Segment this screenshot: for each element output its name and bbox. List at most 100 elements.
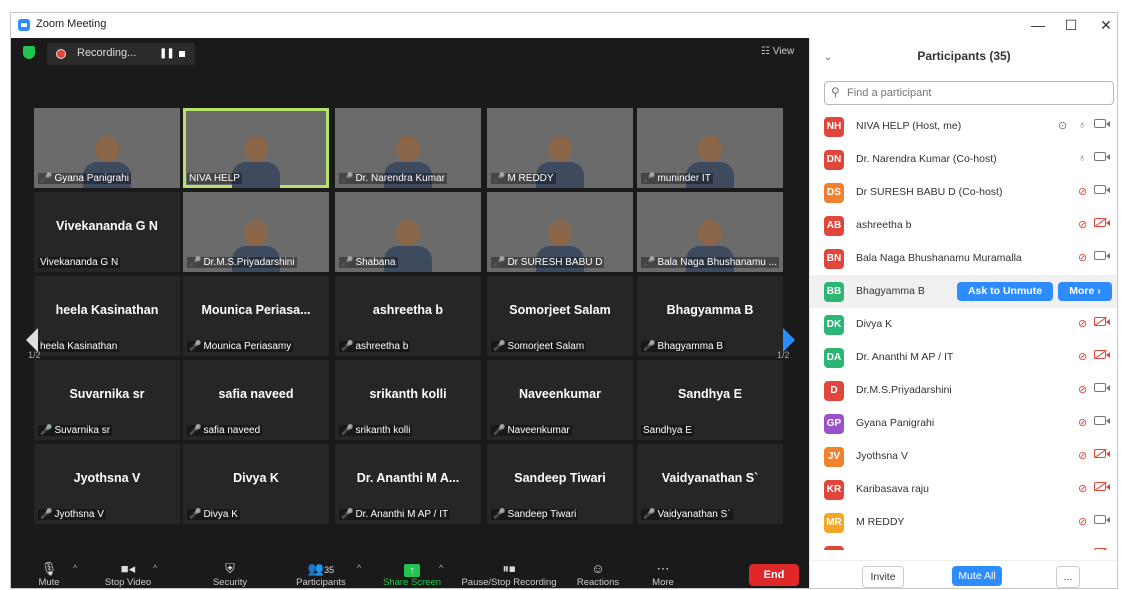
next-page-arrow-icon[interactable]	[783, 328, 795, 352]
video-tile[interactable]: Naveenkumar 🎤 Naveenkumar	[487, 360, 633, 440]
tile-display-name: Suvarnika sr	[69, 387, 145, 401]
video-tile[interactable]: heela Kasinathan heela Kasinathan	[34, 276, 180, 356]
participant-row[interactable]: BB Bhagyamma B Ask to Unmute More ›	[810, 275, 1117, 308]
participant-row[interactable]: DA Dr. Ananthi M AP / IT ⊘	[810, 341, 1117, 374]
video-tile[interactable]: 🎤 M REDDY	[487, 108, 633, 188]
avatar: DK	[824, 315, 844, 335]
video-tile[interactable]: Suvarnika sr 🎤 Suvarnika sr	[34, 360, 180, 440]
stop-recording-icon[interactable]	[179, 51, 185, 57]
video-tile[interactable]: 🎤 Dr SURESH BABU D	[487, 192, 633, 272]
mic-muted-icon[interactable]: ⊘	[1078, 350, 1087, 363]
mute-button[interactable]: 🎙 Mute	[33, 560, 65, 588]
mic-muted-icon[interactable]: ⊘	[1078, 515, 1087, 528]
audio-options-caret-icon[interactable]: ^	[73, 563, 77, 573]
tile-name-label: Sandhya E	[641, 425, 694, 436]
stop-video-button[interactable]: ■◂ Stop Video	[99, 560, 157, 588]
participant-row[interactable]: JV Jyothsna V ⊘	[810, 440, 1117, 473]
participant-row[interactable]: DK Divya K ⊘	[810, 308, 1117, 341]
microphone-icon[interactable]: ♁	[1078, 152, 1086, 164]
pause-recording-icon[interactable]: ❚❚	[159, 48, 175, 59]
participant-row[interactable]: GP Gyana Panigrahi ⊘	[810, 407, 1117, 440]
share-screen-button[interactable]: ↑ Share Screen	[381, 560, 443, 588]
tile-name-label: 🎤 Shabana	[339, 257, 398, 268]
participants-button[interactable]: 👥35 Participants	[291, 560, 351, 588]
video-tile[interactable]: 🎤 Bala Naga Bhushanamu ...	[637, 192, 783, 272]
video-tile[interactable]: 🎤 muninder IT	[637, 108, 783, 188]
video-tile[interactable]: Bhagyamma B 🎤 Bhagyamma B	[637, 276, 783, 356]
maximize-button[interactable]: ☐	[1058, 15, 1084, 35]
video-tile[interactable]: 🎤 Dr. Narendra Kumar	[335, 108, 481, 188]
pause-stop-recording-button[interactable]: ⏸⏹ Pause/Stop Recording	[459, 560, 559, 588]
video-tile[interactable]: Mounica Periasa... 🎤 Mounica Periasamy	[183, 276, 329, 356]
pause-stop-icon: ⏸⏹	[502, 561, 516, 576]
participant-row[interactable]: KR Karibasava raju ⊘	[810, 473, 1117, 506]
participant-search-box[interactable]: ⚲	[824, 81, 1114, 105]
participant-name: Dr SURESH BABU D (Co-host)	[856, 186, 1003, 198]
video-tile[interactable]: 🎤 Dr.M.S.Priyadarshini	[183, 192, 329, 272]
share-screen-icon: ↑	[381, 560, 443, 577]
more-options-button[interactable]: ...	[1056, 566, 1080, 588]
view-button[interactable]: ☷ View	[761, 46, 794, 57]
participants-options-caret-icon[interactable]: ^	[357, 563, 361, 573]
video-tile[interactable]: 🎤 Shabana	[335, 192, 481, 272]
participant-row[interactable]: D Dr.M.S.Priyadarshini ⊘	[810, 374, 1117, 407]
mic-muted-icon[interactable]: ⊘	[1078, 449, 1087, 462]
mic-muted-icon[interactable]: ⊘	[1078, 185, 1087, 198]
video-tile[interactable]: safia naveed 🎤 safia naveed	[183, 360, 329, 440]
video-tile[interactable]: ashreetha b 🎤 ashreetha b	[335, 276, 481, 356]
mute-all-button[interactable]: Mute All	[952, 566, 1002, 586]
mic-muted-icon[interactable]: ⊘	[1078, 251, 1087, 264]
participant-row[interactable]: DN Dr. Narendra Kumar (Co-host) ♁	[810, 143, 1117, 176]
participant-row[interactable]: MR M REDDY ⊘	[810, 506, 1117, 539]
participant-row[interactable]: NH NIVA HELP (Host, me) ⊙ ♁	[810, 110, 1117, 143]
tile-display-name: srikanth kolli	[369, 387, 447, 401]
participant-search-input[interactable]	[847, 85, 1097, 101]
video-tile[interactable]: srikanth kolli 🎤 srikanth kolli	[335, 360, 481, 440]
encryption-shield-icon[interactable]	[23, 46, 35, 59]
mic-muted-icon: 🎤	[493, 509, 506, 520]
tile-display-name: Naveenkumar	[519, 387, 601, 401]
video-camera-icon	[1094, 416, 1110, 425]
share-options-caret-icon[interactable]: ^	[439, 563, 443, 573]
video-tile[interactable]: Divya K 🎤 Divya K	[183, 444, 329, 524]
tile-display-name: Somorjeet Salam	[509, 303, 611, 317]
tile-name-label: 🎤 Dr SURESH BABU D	[491, 257, 605, 268]
participant-row[interactable]: AB ashreetha b ⊘	[810, 209, 1117, 242]
tile-display-name: safia naveed	[218, 387, 294, 401]
participant-row[interactable]: BN Bala Naga Bhushanamu Muramalla ⊘	[810, 242, 1117, 275]
video-tile[interactable]: Dr. Ananthi M A... 🎤 Dr. Ananthi M AP / IT	[335, 444, 481, 524]
video-options-caret-icon[interactable]: ^	[153, 563, 157, 573]
tile-label-text: Vaidyanathan S`	[657, 509, 731, 520]
mic-muted-icon[interactable]: ⊘	[1078, 482, 1087, 495]
security-button[interactable]: ⛨ Security	[207, 560, 253, 588]
more-button[interactable]: ⋯ More	[647, 560, 679, 588]
participant-row[interactable]: MP Mounica Periasamy ⊘	[810, 539, 1117, 550]
video-tile[interactable]: NIVA HELP	[183, 108, 329, 188]
mic-muted-icon[interactable]: ⊘	[1078, 548, 1087, 550]
tile-name-label: 🎤 Bhagyamma B	[641, 341, 726, 352]
previous-page-arrow-icon[interactable]	[26, 328, 38, 352]
close-button[interactable]: ✕	[1093, 15, 1117, 35]
video-tile[interactable]: 🎤 Gyana Panigrahi	[34, 108, 180, 188]
avatar: MP	[824, 546, 844, 550]
mic-muted-icon[interactable]: ⊘	[1078, 218, 1087, 231]
video-tile[interactable]: Jyothsna V 🎤 Jyothsna V	[34, 444, 180, 524]
mic-muted-icon[interactable]: ⊘	[1078, 416, 1087, 429]
end-meeting-button[interactable]: End	[749, 564, 799, 586]
invite-button[interactable]: Invite	[862, 566, 904, 588]
mic-muted-icon[interactable]: ⊘	[1078, 317, 1087, 330]
video-tile[interactable]: Sandhya E Sandhya E	[637, 360, 783, 440]
mic-muted-icon: 🎤	[40, 425, 53, 436]
video-tile[interactable]: Vaidyanathan S` 🎤 Vaidyanathan S`	[637, 444, 783, 524]
reactions-button[interactable]: ☺ Reactions	[575, 560, 621, 588]
video-tile[interactable]: Somorjeet Salam 🎤 Somorjeet Salam	[487, 276, 633, 356]
video-tile[interactable]: Vivekananda G N Vivekananda G N	[34, 192, 180, 272]
mic-muted-icon[interactable]: ⊘	[1078, 383, 1087, 396]
microphone-icon[interactable]: ♁	[1078, 119, 1086, 131]
screen-share-icon: ⊙	[1058, 120, 1068, 132]
participant-row[interactable]: DS Dr SURESH BABU D (Co-host) ⊘	[810, 176, 1117, 209]
video-tile[interactable]: Sandeep Tiwari 🎤 Sandeep Tiwari	[487, 444, 633, 524]
minimize-button[interactable]: —	[1025, 15, 1051, 35]
participant-more-button[interactable]: More ›	[1058, 282, 1112, 301]
ask-to-unmute-button[interactable]: Ask to Unmute	[957, 282, 1053, 301]
